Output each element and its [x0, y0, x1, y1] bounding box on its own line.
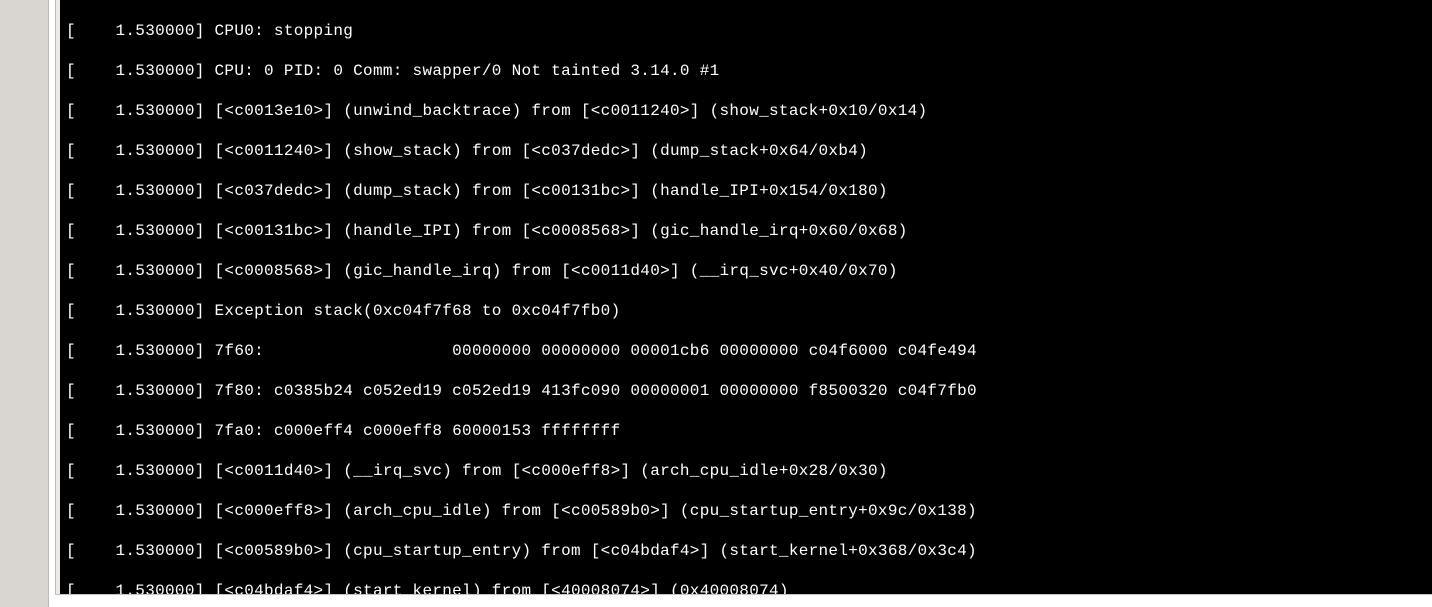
log-line: [ 1.530000] 7f80: c0385b24 c052ed19 c052… [66, 381, 1432, 401]
log-line: [ 1.530000] 7fa0: c000eff4 c000eff8 6000… [66, 421, 1432, 441]
log-line: [ 1.530000] [<c0013e10>] (unwind_backtra… [66, 101, 1432, 121]
log-line: [ 1.530000] [<c00131bc>] (handle_IPI) fr… [66, 221, 1432, 241]
log-line: [ 1.530000] CPU0: stopping [66, 21, 1432, 41]
log-line: [ 1.530000] 7f60: 00000000 00000000 0000… [66, 341, 1432, 361]
log-line: [ 1.530000] [<c0008568>] (gic_handle_irq… [66, 261, 1432, 281]
log-line: [ 1.530000] CPU: 0 PID: 0 Comm: swapper/… [66, 61, 1432, 81]
window-gutter [0, 0, 48, 607]
log-line: [ 1.530000] [<c0011240>] (show_stack) fr… [66, 141, 1432, 161]
log-line: [ 1.530000] Exception stack(0xc04f7f68 t… [66, 301, 1432, 321]
window-divider [48, 0, 56, 607]
serial-console[interactable]: [ 1.530000] CPU0: stopping [ 1.530000] C… [60, 0, 1432, 595]
log-line: [ 1.530000] [<c0011d40>] (__irq_svc) fro… [66, 461, 1432, 481]
log-line: [ 1.530000] [<c04bdaf4>] (start_kernel) … [66, 581, 1432, 595]
log-line: [ 1.530000] [<c000eff8>] (arch_cpu_idle)… [66, 501, 1432, 521]
log-line: [ 1.530000] [<c037dedc>] (dump_stack) fr… [66, 181, 1432, 201]
log-line: [ 1.530000] [<c00589b0>] (cpu_startup_en… [66, 541, 1432, 561]
window-bottom-edge [55, 594, 1432, 607]
